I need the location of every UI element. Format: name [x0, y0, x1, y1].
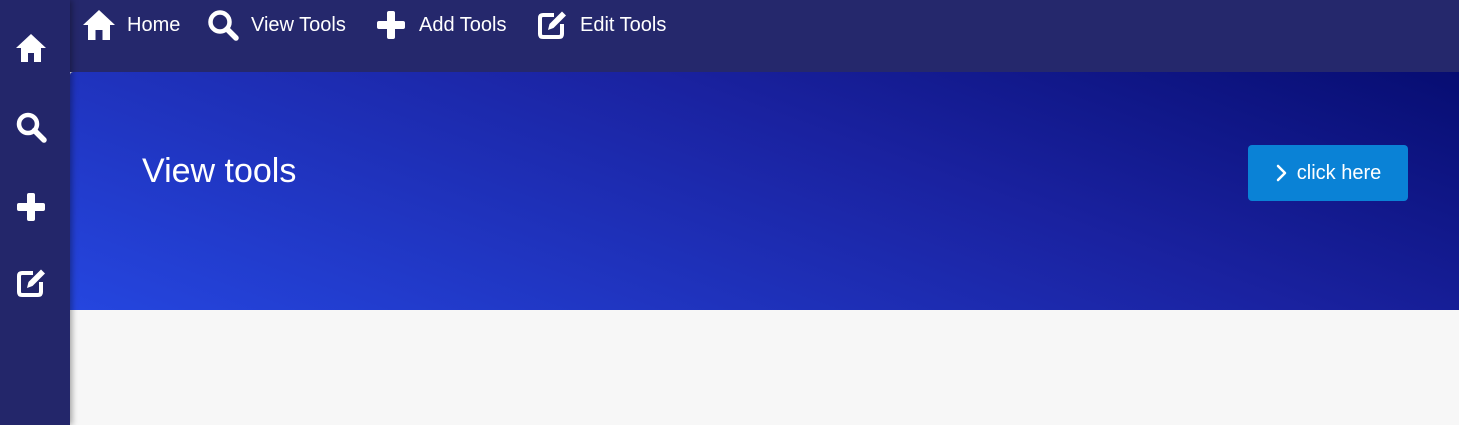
- home-icon: [83, 10, 115, 40]
- sidebar-item-search[interactable]: [14, 110, 48, 144]
- main-content: [70, 310, 1459, 425]
- search-icon: [16, 112, 47, 143]
- sidebar-item-home[interactable]: [14, 31, 48, 65]
- search-icon: [208, 10, 239, 41]
- edit-icon: [538, 11, 566, 39]
- nav-home[interactable]: Home: [82, 8, 180, 42]
- sidebar: [0, 0, 70, 425]
- click-here-label: click here: [1296, 161, 1382, 184]
- edit-icon: [17, 269, 45, 297]
- nav-add-tools[interactable]: Add Tools: [374, 8, 506, 42]
- nav-edit-tools[interactable]: Edit Tools: [535, 8, 666, 42]
- sidebar-item-edit[interactable]: [14, 266, 48, 300]
- chevron-right-icon: [1276, 164, 1286, 182]
- hero-title: View tools: [142, 152, 297, 190]
- plus-icon: [17, 193, 45, 221]
- hero-banner: View tools click here: [70, 72, 1459, 310]
- plus-icon: [377, 11, 405, 39]
- nav-home-label: Home: [127, 13, 181, 36]
- nav-view-tools-label: View Tools: [251, 13, 346, 36]
- nav-view-tools[interactable]: View Tools: [206, 8, 346, 42]
- top-navbar: Home View Tools Add Tools Edit Tools: [70, 0, 1459, 72]
- sidebar-item-add[interactable]: [14, 190, 48, 224]
- nav-edit-tools-label: Edit Tools: [580, 13, 667, 36]
- home-icon: [16, 34, 46, 62]
- click-here-button[interactable]: click here: [1248, 145, 1408, 201]
- nav-add-tools-label: Add Tools: [419, 13, 507, 36]
